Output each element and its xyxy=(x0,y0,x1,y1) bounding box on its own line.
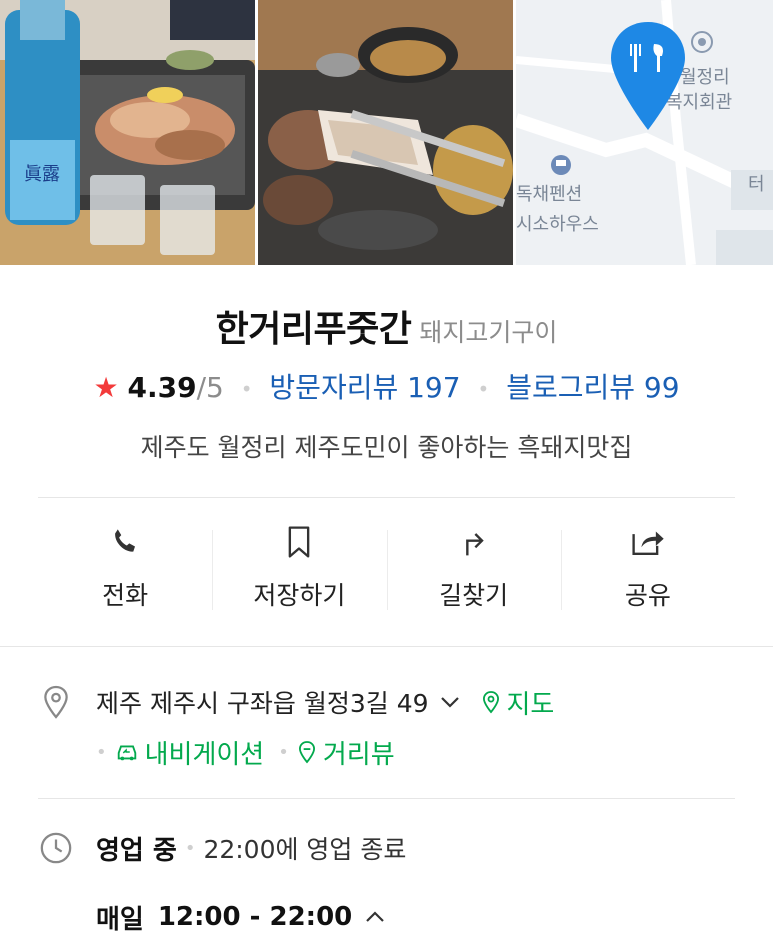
share-icon xyxy=(628,522,668,562)
streetview-link[interactable]: 거리뷰 xyxy=(297,734,395,771)
bookmark-icon xyxy=(279,522,319,562)
save-label: 저장하기 xyxy=(253,581,346,610)
address-text: 제주 제주시 구좌읍 월정3길 49 xyxy=(96,689,429,718)
photo-soju-grill-image: 眞露 xyxy=(0,0,255,265)
map-link[interactable]: 지도 xyxy=(481,684,555,721)
separator-dot: • xyxy=(278,741,289,763)
clock-icon xyxy=(38,828,74,868)
car-icon xyxy=(117,745,136,761)
map-label-pension: 독채펜션 xyxy=(516,184,582,205)
directions-icon xyxy=(454,522,494,562)
map-label-edge: 터 xyxy=(748,174,765,195)
separator-dot: • xyxy=(96,741,107,763)
location-pin-icon xyxy=(38,682,74,722)
call-label: 전화 xyxy=(102,581,149,610)
share-label: 공유 xyxy=(624,581,671,610)
separator-dot: • xyxy=(477,377,490,401)
divider xyxy=(38,497,735,498)
chevron-up-icon[interactable] xyxy=(364,910,386,924)
photo-pork-tongs-image xyxy=(258,0,513,265)
directions-label: 길찾기 xyxy=(439,581,509,610)
share-button[interactable]: 공유 xyxy=(560,520,735,620)
place-description: 제주도 월정리 제주도민이 좋아하는 흑돼지맛집 xyxy=(140,433,633,462)
action-bar: 전화 저장하기 길찾기 공유 xyxy=(38,520,735,620)
daily-day: 매일 xyxy=(96,904,144,935)
streetview-pin-icon xyxy=(298,741,315,764)
star-icon: ★ xyxy=(93,371,119,404)
map-pin-outline-icon xyxy=(482,691,499,714)
navigation-row: • 내비게이션 • 거리뷰 xyxy=(96,732,409,772)
navigation-link-label: 내비게이션 xyxy=(144,739,265,770)
map-thumbnail-image: 월정리 복지회관 독채펜션 시소하우스 터 xyxy=(516,0,773,265)
visitor-reviews-link[interactable]: 방문자리뷰 197 xyxy=(269,371,460,404)
separator-dot: • xyxy=(184,837,196,859)
map-label-woljeong: 월정리 xyxy=(680,67,730,88)
place-header: 한거리푸줏간 돼지고기구이 xyxy=(0,300,773,352)
divider xyxy=(38,798,735,799)
place-category: 돼지고기구이 xyxy=(419,318,558,347)
call-button[interactable]: 전화 xyxy=(38,520,212,620)
photo-pork-tongs[interactable] xyxy=(258,0,513,265)
rating-max: /5 xyxy=(196,371,224,404)
map-label-seesaw: 시소하우스 xyxy=(516,214,599,235)
soju-label: 眞露 xyxy=(24,164,60,185)
rating-value: 4.39 xyxy=(127,371,197,404)
separator-dot: • xyxy=(240,377,253,401)
chevron-down-icon[interactable] xyxy=(439,695,461,709)
map-label-welfare: 복지회관 xyxy=(666,92,732,113)
hours-row: 영업 중 • 22:00에 영업 종료 xyxy=(38,826,406,870)
map-link-label: 지도 xyxy=(506,689,555,720)
streetview-link-label: 거리뷰 xyxy=(322,739,395,770)
navigation-link[interactable]: 내비게이션 xyxy=(115,734,265,771)
photo-soju-grill[interactable]: 眞露 xyxy=(0,0,255,265)
phone-icon xyxy=(105,522,145,562)
divider xyxy=(0,646,773,647)
address-row: 제주 제주시 구좌읍 월정3길 49 지도 xyxy=(38,680,738,724)
daily-hours: 12:00 - 22:00 xyxy=(157,902,353,932)
directions-button[interactable]: 길찾기 xyxy=(386,520,561,620)
closing-time: 22:00에 영업 종료 xyxy=(203,835,407,864)
save-button[interactable]: 저장하기 xyxy=(212,520,386,620)
photo-map-thumbnail[interactable]: 월정리 복지회관 독채펜션 시소하우스 터 xyxy=(516,0,773,265)
blog-reviews-link[interactable]: 블로그리뷰 99 xyxy=(506,371,679,404)
place-name: 한거리푸줏간 xyxy=(215,309,412,350)
open-status: 영업 중 xyxy=(96,835,177,866)
daily-hours-row[interactable]: 매일 12:00 - 22:00 xyxy=(96,895,386,939)
rating-row: ★ 4.39/5 • 방문자리뷰 197 • 블로그리뷰 99 xyxy=(0,366,773,406)
photo-strip: 眞露 월정리 복지회관 독채펜션 시소하우스 터 xyxy=(0,0,773,265)
